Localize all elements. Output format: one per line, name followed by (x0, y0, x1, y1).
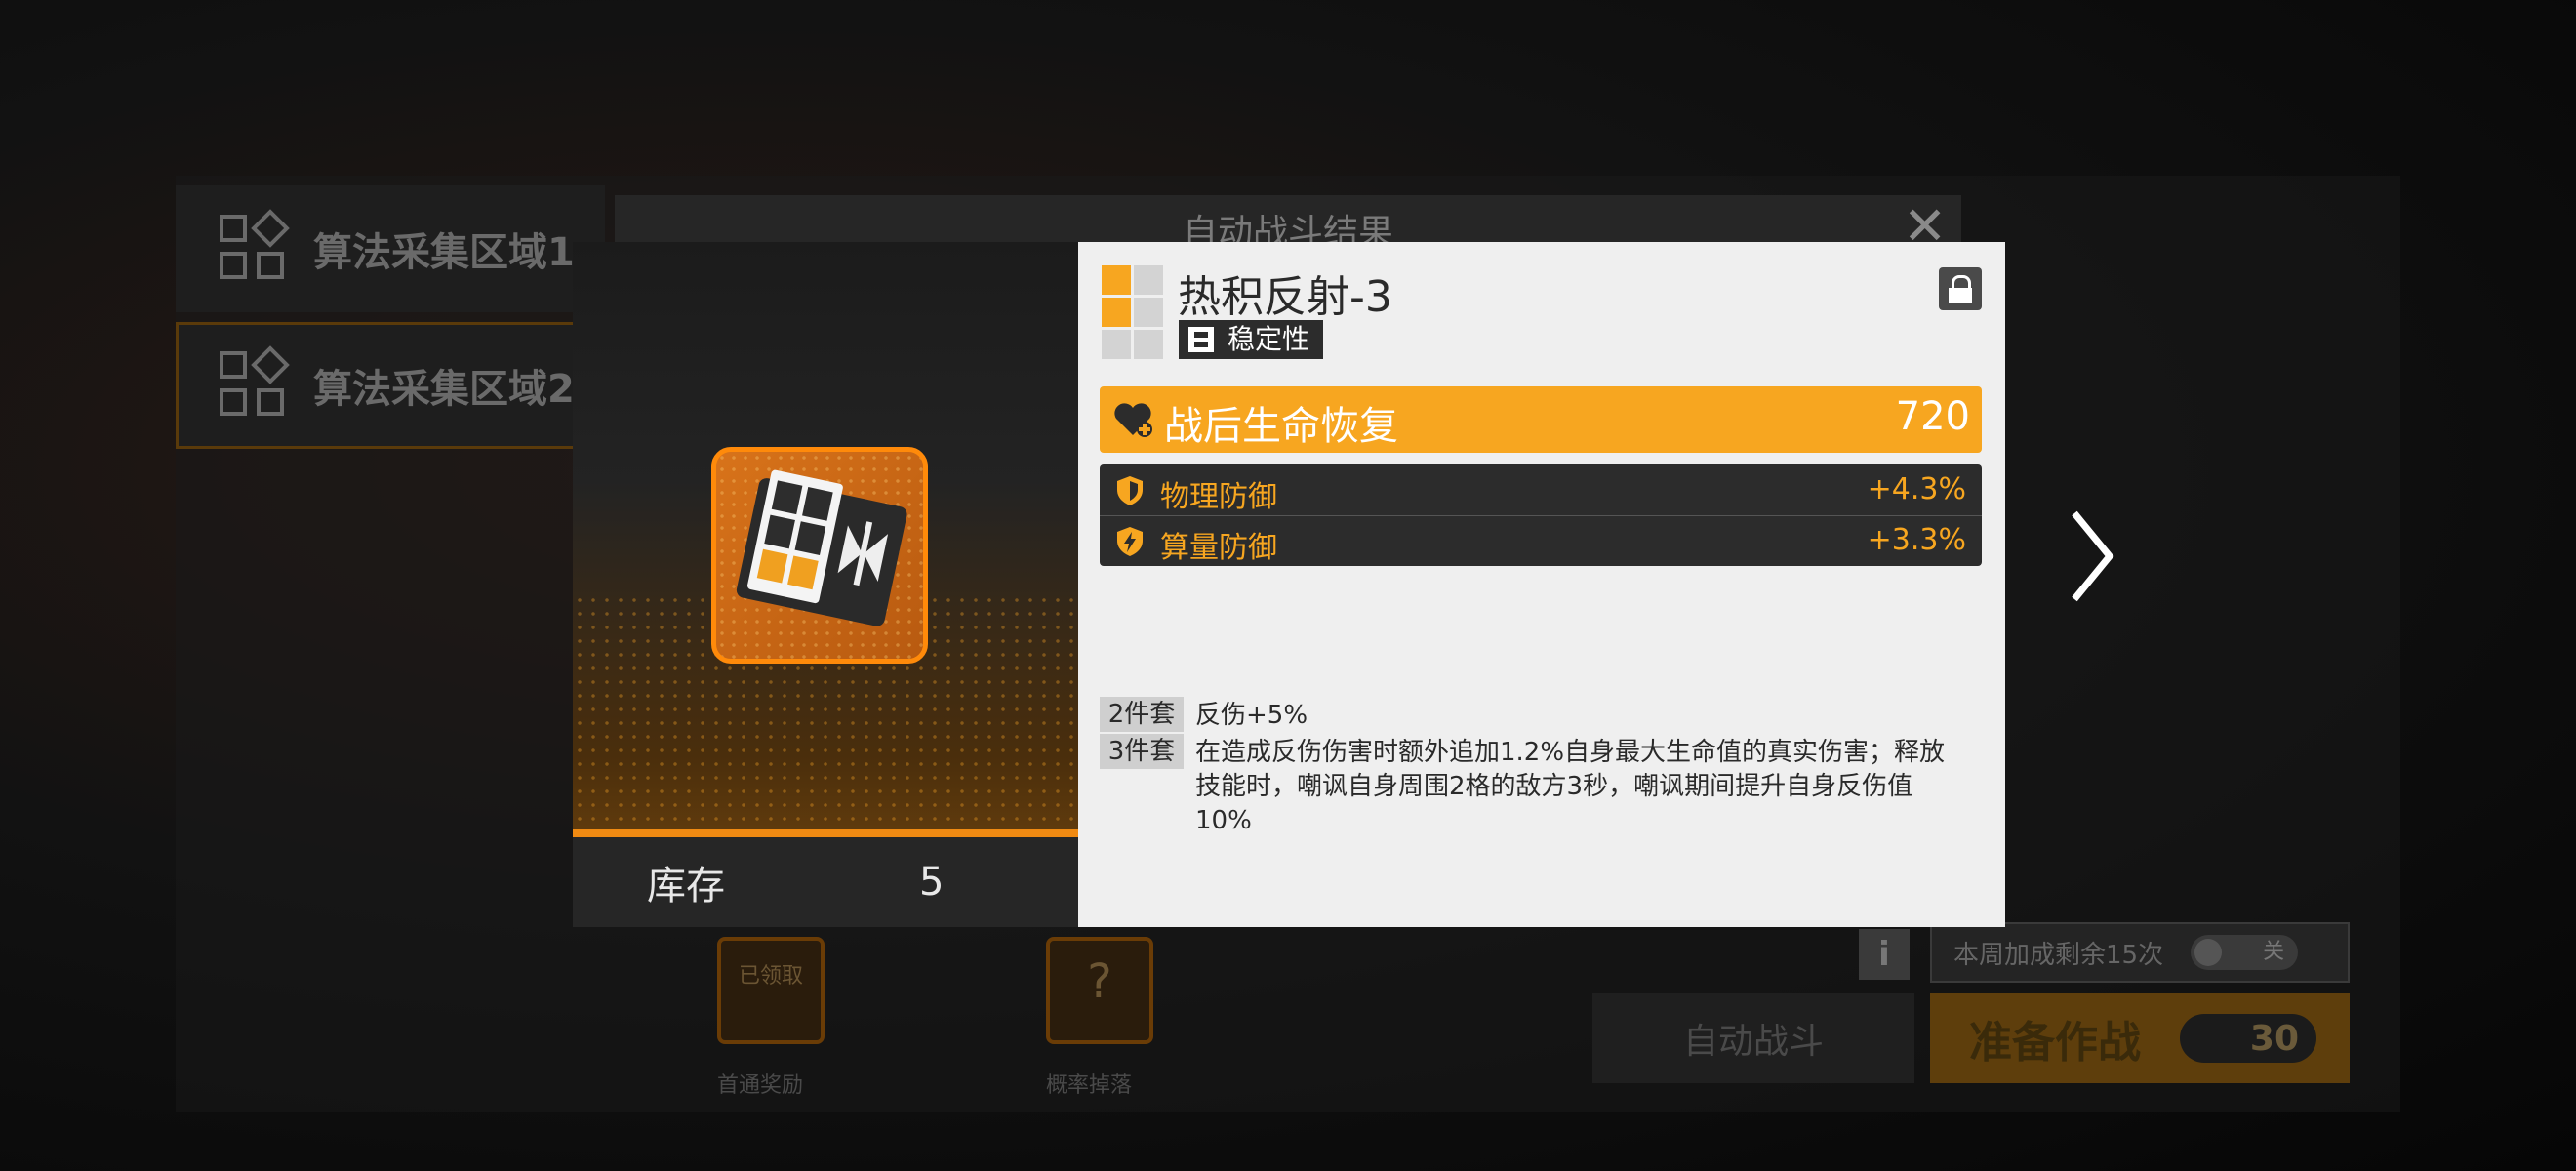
stamina-cost: 30 (2180, 1014, 2316, 1063)
bonus-text: 本周加成剩余15次 (1953, 940, 2164, 970)
sub-stat-value: +3.3% (1867, 523, 1966, 557)
reward-status: 已领取 (738, 964, 803, 989)
grid-icon (218, 345, 290, 422)
set-badge: 3件套 (1100, 734, 1184, 769)
grid-icon (218, 209, 290, 285)
reward-first-clear: 已领取 (717, 937, 825, 1044)
set-badge: 2件套 (1100, 697, 1184, 732)
set-desc: 在造成反伤伤害时额外追加1.2%自身最大生命值的真实伤害；释放技能时，嘲讽自身周… (1195, 738, 1946, 835)
prepare-battle-button: 准备作战 30 (1930, 993, 2350, 1083)
prepare-label: 准备作战 (1969, 1018, 2141, 1068)
area-2-tab: 算法采集区域2 (176, 322, 605, 449)
stability-tag: 稳定性 (1179, 320, 1324, 359)
sub-stats: 物理防御 +4.3% 算量防御 +3.3% (1100, 464, 1982, 566)
item-name: 热积反射-3 (1178, 272, 1392, 322)
next-arrow-icon[interactable] (2067, 507, 2115, 605)
hourglass-icon (1188, 327, 1214, 352)
reward-label: 概率掉落 (1046, 1073, 1133, 1098)
reward-drop: ? (1046, 937, 1153, 1044)
tag-label: 稳定性 (1228, 323, 1310, 355)
info-icon: i (1859, 929, 1910, 980)
item-preview-panel: 库存 5 (573, 242, 1078, 927)
main-stat-value: 720 (1895, 394, 1970, 439)
sub-stat-name: 算量防御 (1160, 531, 1277, 565)
sub-stat-row: 物理防御 +4.3% (1100, 464, 1982, 516)
area-1-label: 算法采集区域1 (313, 230, 575, 275)
accent-bar (573, 829, 1078, 837)
auto-battle-button: 自动战斗 (1592, 993, 1914, 1083)
algorithm-card-icon (736, 469, 907, 626)
stock-row: 库存 5 (573, 837, 1078, 927)
question-icon: ? (1087, 954, 1112, 1009)
item-detail-panel: 热积反射-3 稳定性 战后生命恢复 720 物理防御 +4.3% 算量防御 +3… (1078, 242, 2005, 927)
reward-label: 首通奖励 (717, 1073, 804, 1098)
toggle-label: 关 (2263, 940, 2285, 964)
item-image (711, 447, 928, 664)
stock-value: 5 (919, 860, 945, 905)
lock-icon[interactable] (1939, 267, 1982, 310)
lightning-shield-icon (1117, 527, 1143, 556)
set-desc: 反伤+5% (1195, 701, 1308, 730)
sub-stat-row: 算量防御 +3.3% (1100, 515, 1982, 566)
weekly-bonus: 本周加成剩余15次 关 (1930, 922, 2350, 983)
heart-heal-icon (1114, 403, 1152, 437)
main-stat: 战后生命恢复 720 (1100, 386, 1982, 453)
stock-label: 库存 (647, 864, 725, 909)
sub-stat-name: 物理防御 (1160, 480, 1277, 514)
slot-grid-icon (1102, 265, 1164, 359)
area-2-label: 算法采集区域2 (313, 367, 575, 412)
main-stat-name: 战后生命恢复 (1164, 404, 1398, 449)
shield-icon (1117, 476, 1143, 505)
sub-stat-value: +4.3% (1867, 472, 1966, 506)
cost-value: 30 (2249, 1018, 2299, 1059)
area-1-tab: 算法采集区域1 (176, 185, 605, 312)
bonus-toggle: 关 (2191, 935, 2299, 970)
